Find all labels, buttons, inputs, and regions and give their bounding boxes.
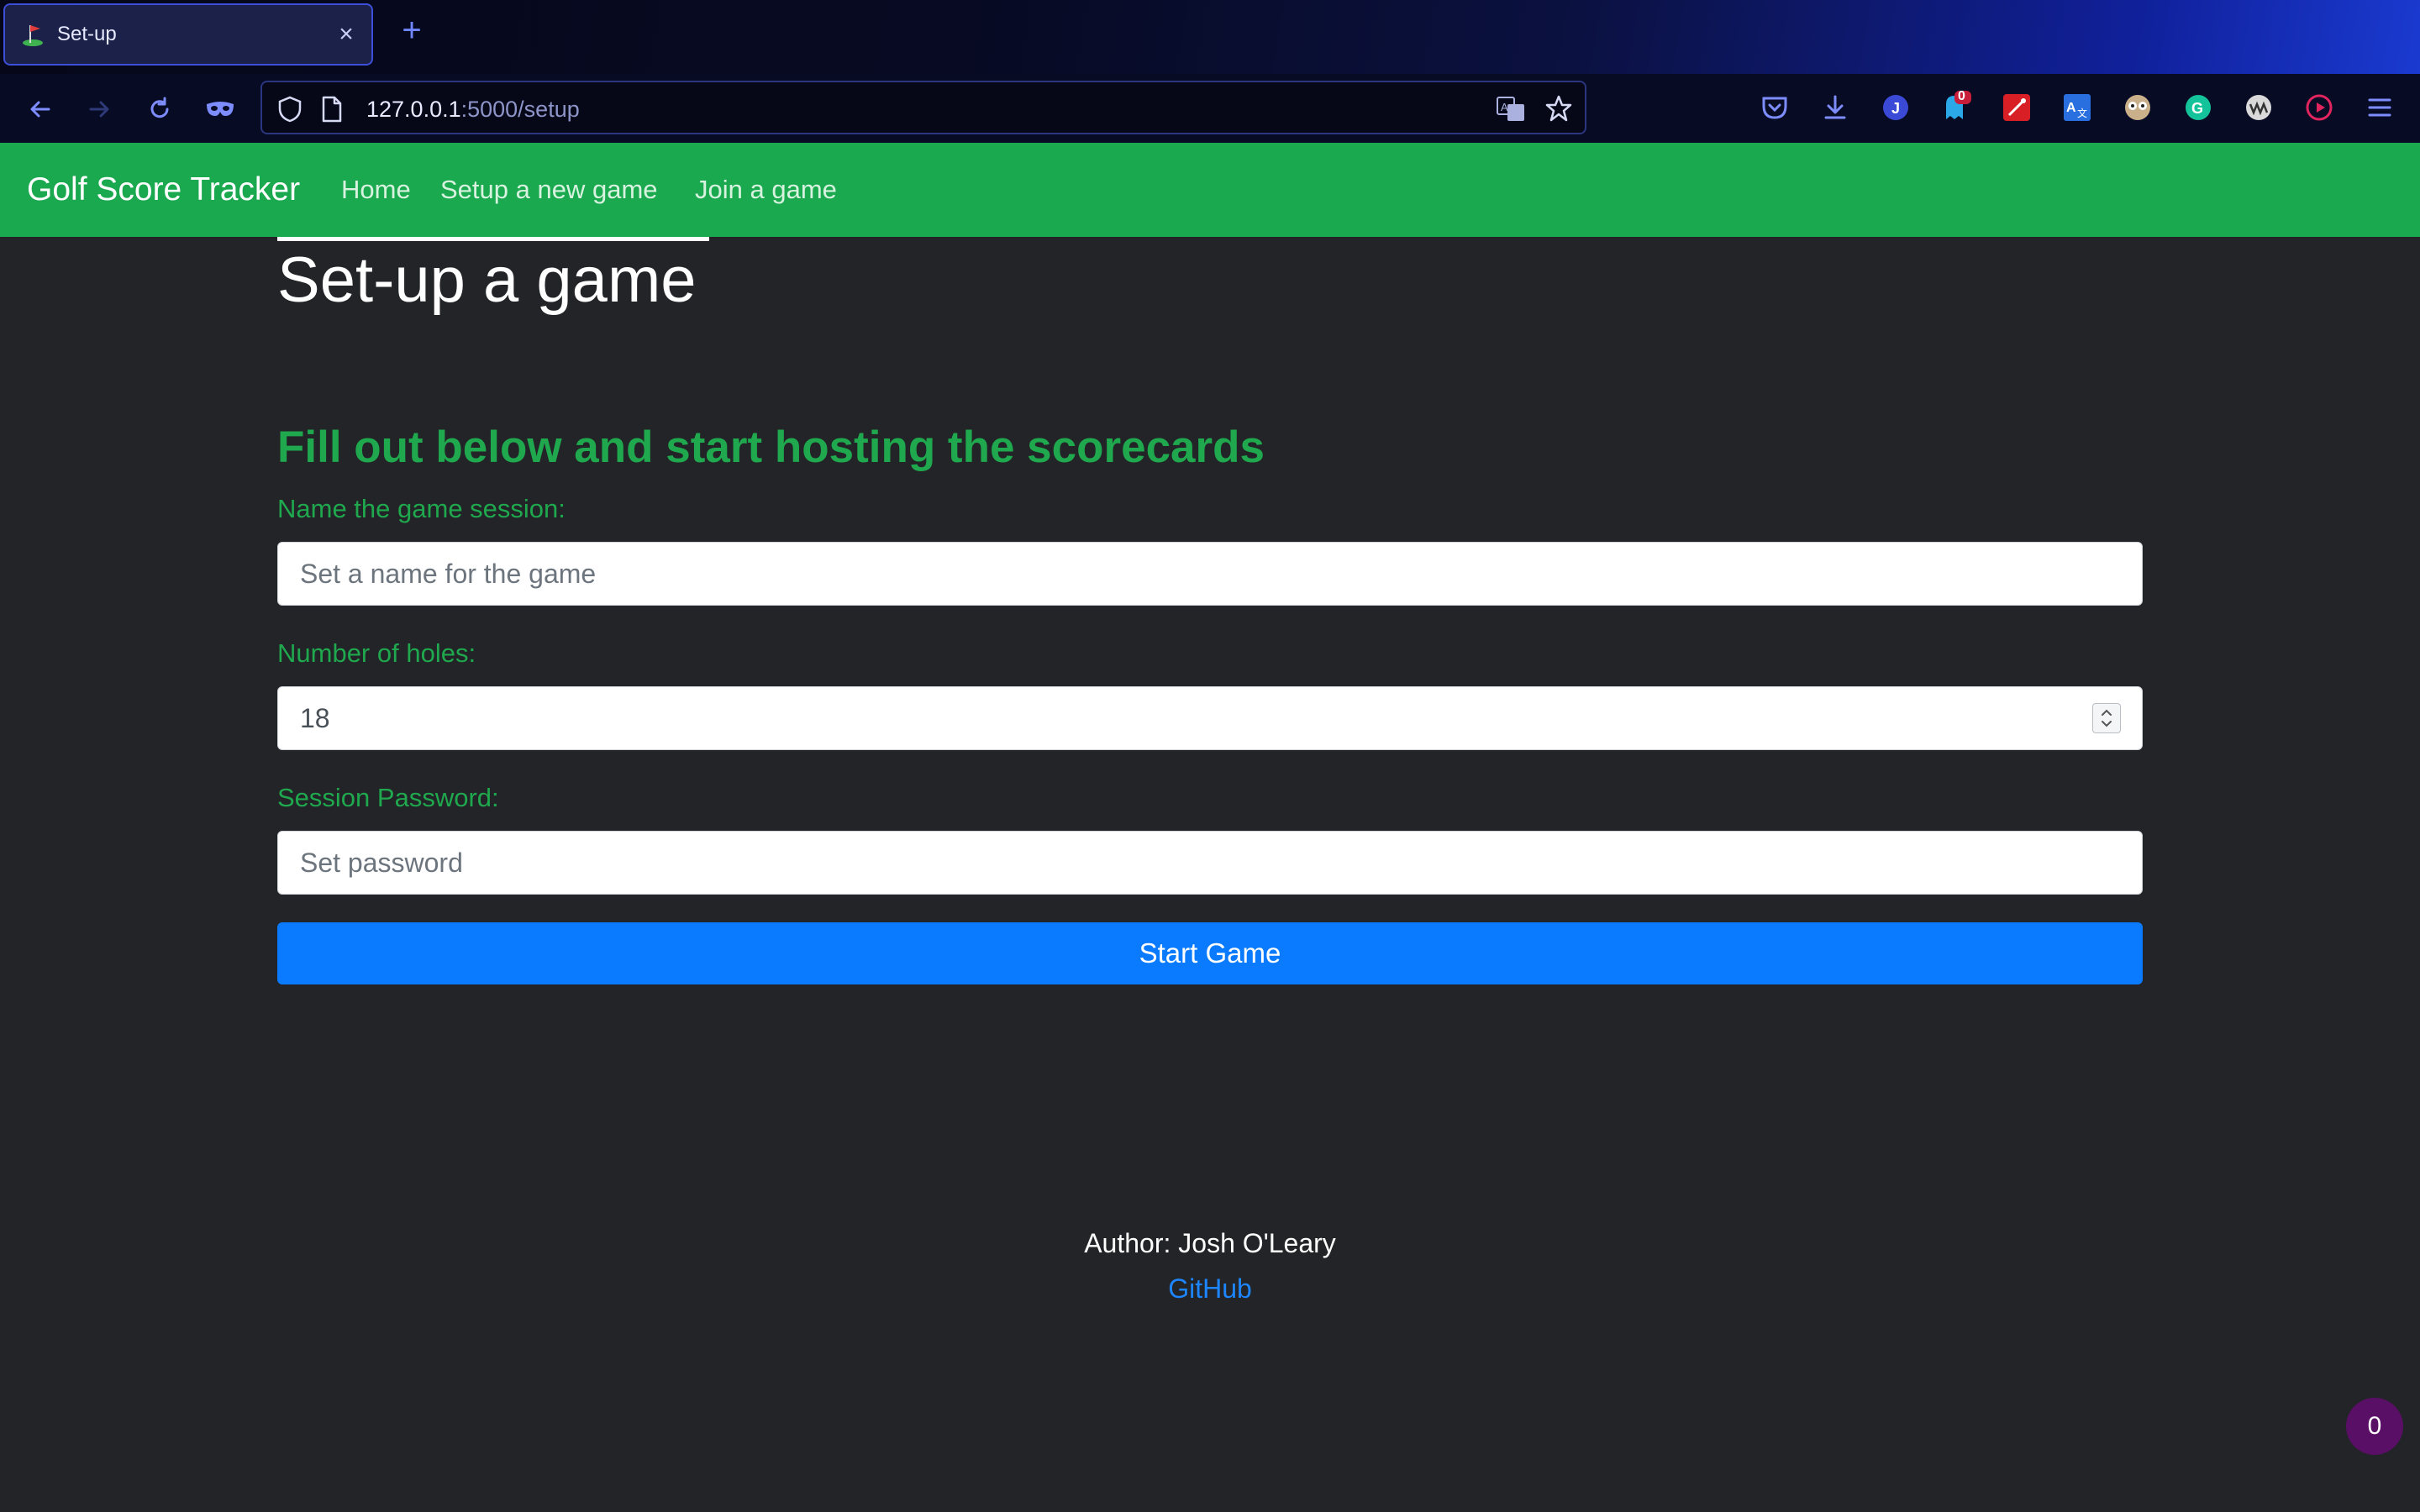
holes-stepper[interactable]	[2092, 703, 2121, 733]
j-extension-icon[interactable]: J	[1879, 91, 1912, 124]
svg-text:J: J	[1891, 100, 1900, 117]
url-host: 127.0.0.1	[366, 97, 461, 122]
stepper-chevrons-icon	[2102, 709, 2112, 727]
holes-label: Number of holes:	[277, 638, 476, 668]
play-extension-icon[interactable]	[2302, 91, 2336, 124]
translator-extension-icon[interactable]: A文	[2060, 91, 2094, 124]
page-icon	[321, 96, 343, 127]
nav-link-join[interactable]: Join a game	[695, 175, 837, 205]
grammarly-icon[interactable]: G	[2181, 91, 2215, 124]
holes-number-input[interactable]	[277, 686, 2143, 750]
tab-title: Set-up	[57, 23, 117, 45]
footer-author: Author: Josh O'Leary	[1084, 1228, 1336, 1258]
svg-text:A: A	[2066, 101, 2076, 115]
tab-close-icon[interactable]: ×	[329, 20, 363, 49]
form-subtitle: Fill out below and start hosting the sco…	[277, 423, 1265, 472]
holes-field-wrapper	[277, 686, 2143, 750]
golf-flag-icon	[18, 20, 47, 49]
svg-text:G: G	[2191, 100, 2203, 117]
site-navbar: Golf Score Tracker Home Setup a new game…	[0, 143, 2420, 237]
menu-hamburger-icon[interactable]	[2363, 91, 2396, 124]
url-bar[interactable]: 127.0.0.1:5000/setup A	[260, 81, 1586, 134]
github-link[interactable]: GitHub	[0, 1273, 2420, 1305]
bookmark-star-icon[interactable]	[1544, 94, 1573, 127]
session-name-input[interactable]	[277, 542, 2143, 606]
url-path: :5000/setup	[460, 97, 580, 122]
shield-icon[interactable]	[277, 96, 302, 127]
reload-icon[interactable]	[141, 91, 178, 128]
floating-count-badge[interactable]: 0	[2346, 1398, 2403, 1455]
session-password-input[interactable]	[277, 831, 2143, 895]
owl-extension-icon[interactable]	[2121, 91, 2154, 124]
browser-toolbar: 127.0.0.1:5000/setup A J 0 A文 G	[0, 74, 2420, 143]
browser-tab[interactable]: Set-up ×	[3, 3, 373, 66]
download-icon[interactable]	[1818, 91, 1852, 124]
translate-icon[interactable]: A	[1496, 94, 1526, 129]
password-label: Session Password:	[277, 783, 499, 812]
url-text: 127.0.0.1:5000/setup	[366, 97, 580, 123]
session-name-label: Name the game session:	[277, 494, 566, 523]
svg-text:A: A	[1501, 101, 1508, 113]
back-arrow-icon[interactable]	[22, 91, 59, 128]
svg-text:文: 文	[2077, 107, 2087, 119]
forward-arrow-icon[interactable]	[81, 91, 118, 128]
ghost-extension-icon[interactable]: 0	[1939, 89, 1973, 124]
new-tab-icon[interactable]: +	[393, 12, 430, 49]
browser-tab-strip: Set-up × +	[0, 0, 2420, 74]
site-brand[interactable]: Golf Score Tracker	[27, 171, 300, 208]
start-game-button[interactable]: Start Game	[277, 922, 2143, 984]
nav-link-home[interactable]: Home	[341, 175, 411, 205]
private-mask-icon[interactable]	[202, 91, 239, 128]
wave-extension-icon[interactable]	[2242, 91, 2275, 124]
page-title: Set-up a game	[277, 244, 697, 316]
red-wand-extension-icon[interactable]	[2000, 91, 2033, 124]
pocket-icon[interactable]	[1758, 91, 1791, 124]
nav-link-setup[interactable]: Setup a new game	[440, 175, 658, 205]
title-rule	[277, 237, 709, 241]
extension-badge-count: 0	[1958, 89, 1965, 103]
